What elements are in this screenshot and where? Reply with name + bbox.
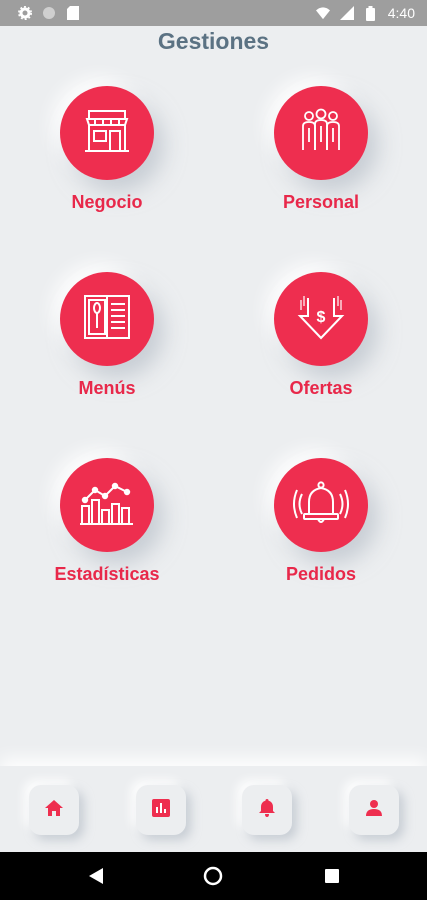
- nav-stats-button[interactable]: [136, 785, 186, 835]
- personal-button[interactable]: [274, 86, 368, 180]
- status-bar: 4:40: [0, 0, 427, 26]
- android-nav-bar: [0, 852, 427, 900]
- status-time: 4:40: [387, 5, 415, 21]
- signal-icon: [339, 6, 354, 20]
- ofertas-button[interactable]: $: [274, 272, 368, 366]
- estadisticas-button[interactable]: [60, 458, 154, 552]
- nav-notifications-button[interactable]: [242, 785, 292, 835]
- nav-home-button[interactable]: [29, 785, 79, 835]
- estadisticas-label: Estadísticas: [54, 564, 160, 584]
- nav-profile-button[interactable]: [349, 785, 399, 835]
- people-icon: [294, 104, 348, 163]
- tile-negocio[interactable]: Negocio: [17, 86, 197, 236]
- negocio-label: Negocio: [71, 192, 143, 212]
- page-title: Gestiones: [157, 28, 270, 54]
- ofertas-label: Ofertas: [289, 378, 353, 398]
- recents-icon[interactable]: [322, 866, 342, 886]
- back-icon[interactable]: [86, 866, 106, 886]
- menus-label: Menús: [78, 378, 136, 398]
- wifi-icon: [315, 6, 330, 20]
- bell-icon: [259, 798, 275, 822]
- store-icon: [81, 105, 133, 162]
- tile-personal[interactable]: Personal: [231, 86, 411, 236]
- tile-menus[interactable]: Menús: [17, 272, 197, 422]
- dollar-down-icon: $: [294, 290, 348, 349]
- tile-pedidos[interactable]: Pedidos: [231, 458, 411, 608]
- negocio-button[interactable]: [60, 86, 154, 180]
- bar-chart-icon: [152, 798, 170, 822]
- status-right: 4:40: [315, 5, 415, 21]
- svg-text:$: $: [317, 309, 326, 326]
- gear-icon: [18, 6, 32, 20]
- bell-ring-icon: [292, 476, 350, 535]
- tile-estadisticas[interactable]: Estadísticas: [17, 458, 197, 608]
- menu-icon: [80, 290, 134, 349]
- home-icon: [45, 799, 63, 821]
- stats-chart-icon: [79, 476, 135, 535]
- pedidos-label: Pedidos: [285, 564, 356, 584]
- circle-icon: [42, 6, 56, 20]
- user-icon: [366, 799, 382, 821]
- personal-label: Personal: [282, 192, 360, 212]
- home-circle-icon[interactable]: [203, 866, 223, 886]
- sd-card-icon: [66, 6, 80, 20]
- menus-button[interactable]: [60, 272, 154, 366]
- tile-ofertas[interactable]: $ Ofertas: [231, 272, 411, 422]
- bottom-nav: [0, 766, 427, 852]
- pedidos-button[interactable]: [274, 458, 368, 552]
- status-left: [18, 6, 80, 20]
- battery-icon: [364, 5, 378, 21]
